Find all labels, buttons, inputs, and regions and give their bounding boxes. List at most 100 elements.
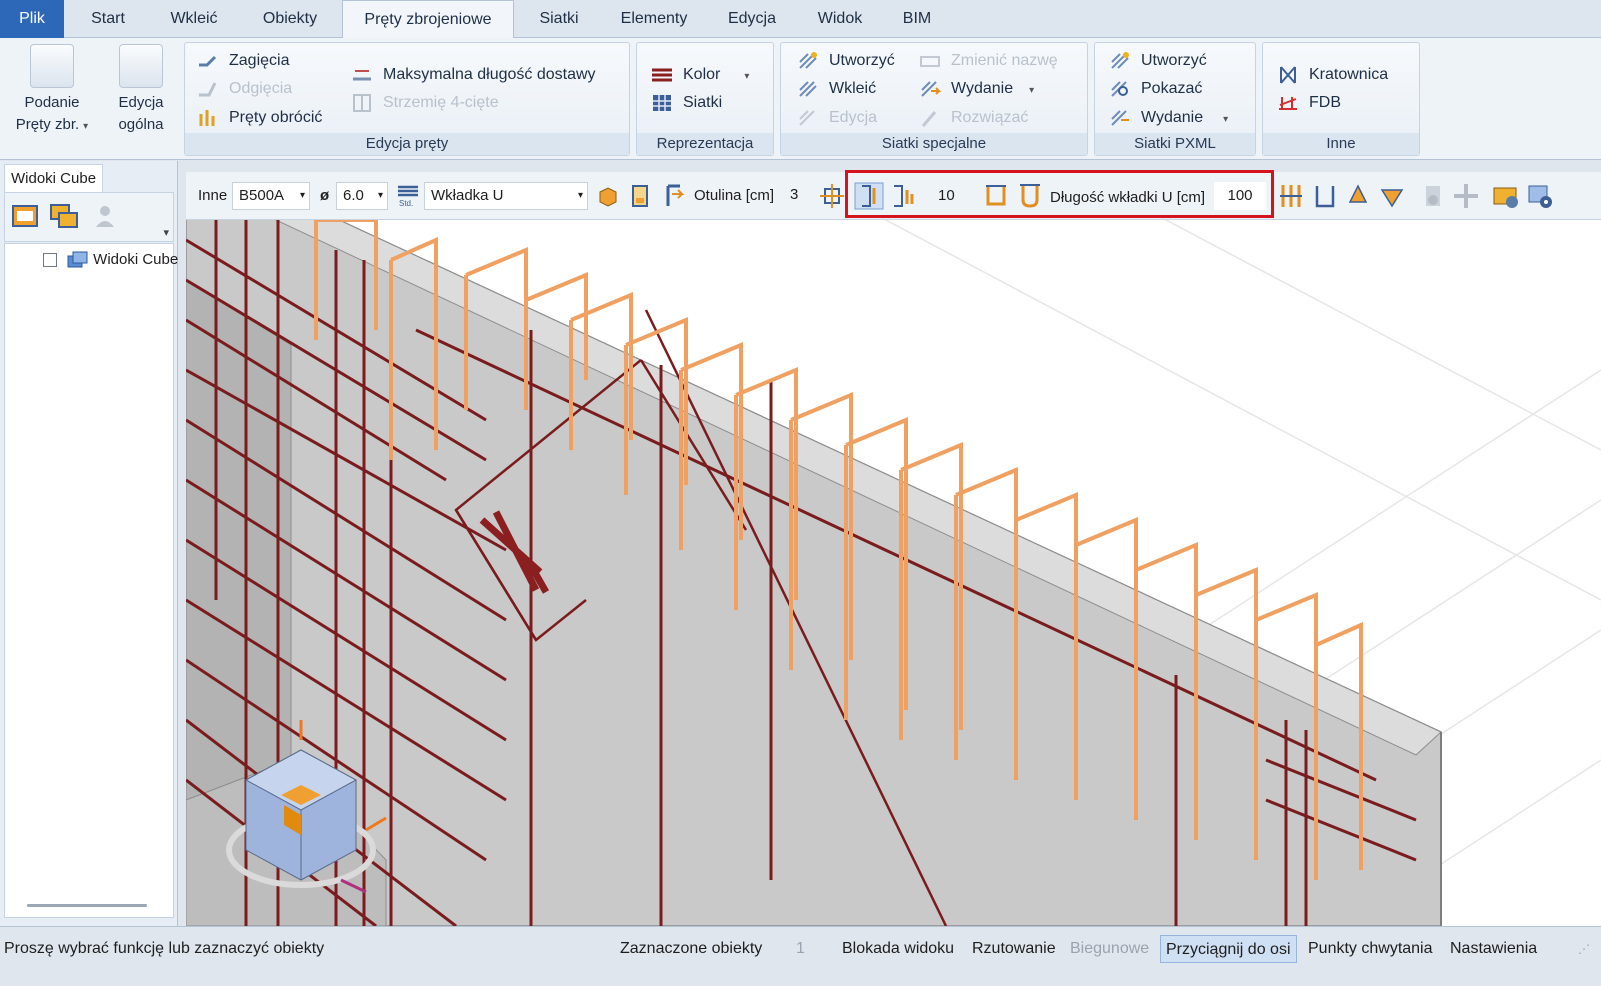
- fdb-button[interactable]: FDB: [1277, 90, 1341, 116]
- tab-start[interactable]: Start: [78, 0, 138, 38]
- group-siatki-pxml: Utworzyć Pokazać Wydanie ▾ Siatki PXML: [1094, 42, 1256, 156]
- cover-icon[interactable]: [662, 184, 686, 208]
- pxml-wydanie-button[interactable]: Wydanie ▾: [1109, 105, 1228, 131]
- kratownica-button[interactable]: Kratownica: [1277, 62, 1388, 88]
- group-label-edycja-prety: Edycja pręty: [185, 133, 629, 155]
- release-mesh-icon: [921, 81, 941, 97]
- u-spacing-end-icon[interactable]: [888, 182, 918, 210]
- rzutowanie-toggle[interactable]: Rzutowanie: [972, 935, 1056, 963]
- panel-scrollbar[interactable]: [27, 904, 147, 907]
- odgiecia-button[interactable]: Odgięcia: [197, 76, 292, 102]
- group-label-siatki-specjalne: Siatki specjalne: [781, 133, 1087, 155]
- chevron-down-icon: ▾: [377, 190, 383, 201]
- tab-edycja[interactable]: Edycja: [716, 0, 788, 38]
- frame-icon[interactable]: [1312, 182, 1338, 210]
- truss-icon: [1280, 66, 1296, 84]
- move-disabled-icon[interactable]: [1452, 182, 1480, 210]
- user-view-icon[interactable]: [93, 203, 121, 229]
- chevron-down-icon: ▾: [744, 71, 750, 82]
- vertical-bars-icon[interactable]: [1278, 182, 1304, 210]
- rename-icon: [920, 55, 940, 67]
- color-icon: [652, 68, 672, 82]
- podanie-prety-button[interactable]: Podanie Pręty zbr. ▾: [8, 44, 96, 138]
- podanie-icon: [30, 44, 74, 88]
- group-label-reprezentacja: Reprezentacja: [637, 133, 773, 155]
- folder-settings-icon[interactable]: [1492, 182, 1520, 210]
- rotate-bars-icon: [199, 109, 215, 126]
- wall-left-face: [186, 279, 292, 801]
- diameter-symbol: ø: [320, 187, 330, 204]
- show-pxml-icon: [1111, 81, 1128, 97]
- blokada-widoku-toggle[interactable]: Blokada widoku: [842, 935, 954, 963]
- prety-obrocic-button[interactable]: Pręty obrócić: [197, 105, 322, 131]
- panel-title[interactable]: Widoki Cube: [4, 164, 104, 192]
- settings-icon[interactable]: [1526, 182, 1554, 210]
- mesh-icon: [653, 94, 671, 111]
- strzemie-button[interactable]: Strzemię 4-cięte: [351, 90, 499, 116]
- tab-siatki[interactable]: Siatki: [528, 0, 590, 38]
- dlugosc-input[interactable]: 100: [1214, 182, 1266, 210]
- siatki-wkleic-button[interactable]: Wkleić: [797, 76, 876, 102]
- u-shape-closed-icon[interactable]: [982, 182, 1010, 210]
- pxml-pokazac-button[interactable]: Pokazać: [1109, 76, 1202, 102]
- chevron-down-icon: ▾: [1029, 85, 1035, 96]
- release-pxml-icon: [1111, 110, 1129, 126]
- tab-obiekty[interactable]: Obiekty: [250, 0, 330, 38]
- inne-label: Inne: [198, 187, 228, 204]
- ribbon: Podanie Pręty zbr. ▾ Edycja ogólna Zagięc…: [0, 38, 1601, 160]
- resize-grip-icon[interactable]: ⋰: [1578, 935, 1590, 963]
- view-copy-icon[interactable]: [49, 203, 79, 229]
- reprezentacja-siatki-button[interactable]: Siatki: [651, 90, 722, 116]
- tab-plik[interactable]: Plik: [0, 0, 64, 38]
- rebar-scene[interactable]: [186, 220, 1601, 926]
- siatki-edycja-button[interactable]: Edycja: [797, 105, 877, 131]
- pxml-utworzyc-button[interactable]: Utworzyć: [1109, 48, 1207, 74]
- edycja-ogolna-label-2: ogólna: [118, 116, 164, 133]
- tab-prety-zbrojeniowe[interactable]: Pręty zbrojeniowe: [342, 0, 514, 39]
- 3d-viewport[interactable]: [186, 220, 1601, 926]
- otulina-input[interactable]: 3: [784, 182, 814, 210]
- center-bar-icon[interactable]: [820, 184, 844, 208]
- diameter-select[interactable]: 6.0 ▾: [336, 182, 388, 210]
- zmienic-nazwe-button[interactable]: Zmienić nazwę: [919, 48, 1058, 74]
- tab-wkleic[interactable]: Wkleić: [158, 0, 230, 38]
- punkty-chwytania-toggle[interactable]: Punkty chwytania: [1308, 935, 1433, 963]
- u-shape-icon[interactable]: [1016, 182, 1044, 210]
- siatki-utworzyc-button[interactable]: Utworzyć: [797, 48, 895, 74]
- edycja-ogolna-button[interactable]: Edycja ogólna: [104, 44, 178, 136]
- rotate-left-icon[interactable]: [1344, 182, 1372, 210]
- stirrup-icon: [353, 93, 371, 112]
- spacing-input[interactable]: 10: [938, 182, 955, 210]
- tab-elementy[interactable]: Elementy: [606, 0, 702, 38]
- std-icon[interactable]: Std.: [396, 184, 420, 208]
- tab-bim[interactable]: BIM: [892, 0, 942, 38]
- panel-menu-icon[interactable]: ▾: [163, 226, 169, 239]
- views-tree: Widoki Cube: [4, 243, 178, 918]
- status-selected-count: 1: [796, 940, 805, 957]
- create-mesh-icon: [799, 51, 817, 69]
- tree-checkbox[interactable]: [43, 253, 57, 268]
- nastawienia-button[interactable]: Nastawienia: [1450, 935, 1537, 963]
- max-length-icon: [353, 69, 371, 81]
- group-siatki-specjalne: Utworzyć Wkleić Edycja Zmienić nazwę Wyd…: [780, 42, 1088, 156]
- material-select[interactable]: B500A ▾: [232, 182, 310, 210]
- u-spacing-start-icon[interactable]: [854, 182, 884, 210]
- box-icon[interactable]: [596, 184, 620, 208]
- tree-item-widoki-cube[interactable]: Widoki Cube: [19, 248, 178, 272]
- dissolve-icon: [921, 110, 937, 127]
- bar-type-select[interactable]: Wkładka U ▾: [424, 182, 588, 210]
- tab-widok[interactable]: Widok: [806, 0, 874, 38]
- panel-icon[interactable]: [628, 184, 652, 208]
- tool-disabled-icon[interactable]: [1420, 182, 1446, 210]
- siatki-wydanie-button[interactable]: Wydanie ▾: [919, 76, 1034, 102]
- view-list-icon[interactable]: [11, 203, 39, 229]
- biegunowe-toggle[interactable]: Biegunowe: [1070, 935, 1149, 963]
- max-dlugosc-button[interactable]: Maksymalna długość dostawy: [351, 62, 596, 88]
- kolor-button[interactable]: Kolor ▾: [651, 62, 749, 88]
- ribbon-tabbar: Plik Start Wkleić Obiekty Pręty zbrojeni…: [0, 0, 1601, 39]
- przyciagnij-toggle[interactable]: Przyciągnij do osi: [1160, 935, 1297, 963]
- rozwiazac-button[interactable]: Rozwiązać: [919, 105, 1028, 131]
- rotate-right-icon[interactable]: [1378, 182, 1406, 210]
- zagiecia-button[interactable]: Zagięcia: [197, 48, 289, 74]
- otulina-label: Otulina [cm]: [694, 187, 775, 204]
